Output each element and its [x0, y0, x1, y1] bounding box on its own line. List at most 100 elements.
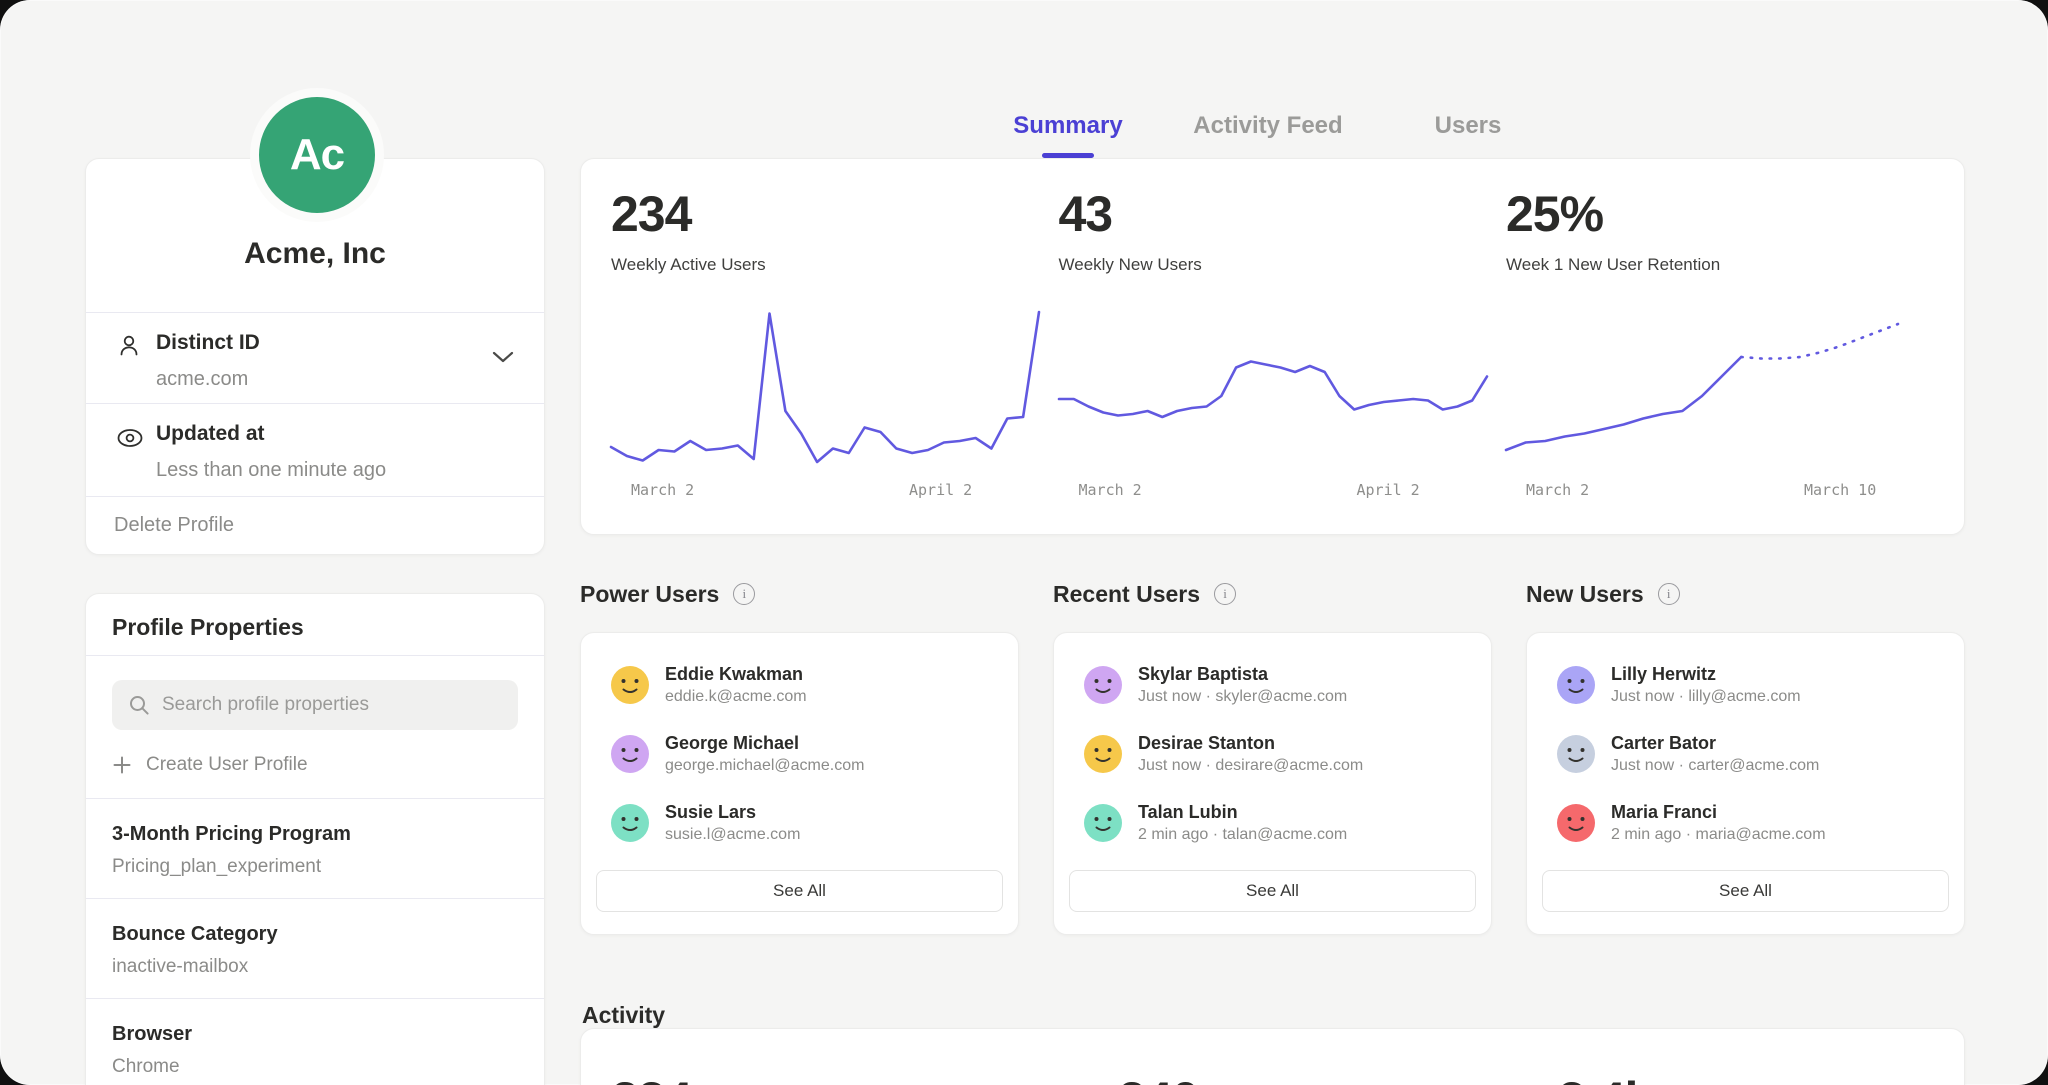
chart-x-axis: March 2 March 10	[1506, 481, 1934, 501]
info-icon[interactable]: i	[1214, 583, 1236, 605]
user-meta: Just now · carter@acme.com	[1611, 756, 1819, 775]
property-value: Chrome	[112, 1056, 518, 1078]
user-list-item[interactable]: Eddie Kwakman eddie.k@acme.com	[611, 663, 988, 706]
user-meta: Just now · skyler@acme.com	[1138, 687, 1347, 706]
user-section-title: Recent Users	[1053, 581, 1200, 608]
chevron-down-icon[interactable]	[492, 351, 514, 363]
user-meta: 2 min ago · maria@acme.com	[1611, 825, 1826, 844]
activity-section-title: Activity	[582, 1002, 665, 1029]
info-icon[interactable]: i	[1658, 583, 1680, 605]
stat-value: 234	[611, 189, 1039, 239]
see-all-button[interactable]: See All	[1069, 870, 1476, 912]
property-value: inactive-mailbox	[112, 956, 518, 978]
stat-label: Week 1 New User Retention	[1506, 255, 1934, 275]
user-list-item[interactable]: Desirae Stanton Just now · desirare@acme…	[1084, 732, 1461, 775]
user-section-header: Power Users i	[580, 578, 1019, 610]
user-name: Skylar Baptista	[1138, 663, 1347, 685]
user-list-item[interactable]: Susie Lars susie.l@acme.com	[611, 801, 988, 844]
summary-card: 234 Weekly Active Users March 2 April 2 …	[580, 158, 1965, 535]
tabs: Summary Activity Feed Users	[968, 112, 1578, 158]
app-window: Ac Acme, Inc Distinct ID acme.com	[0, 0, 2048, 1085]
user-meta: Just now · lilly@acme.com	[1611, 687, 1801, 706]
user-avatar	[611, 666, 649, 704]
create-user-profile-button[interactable]: Create User Profile	[112, 754, 518, 776]
search-icon	[128, 694, 150, 716]
chart-x-axis: March 2 April 2	[611, 481, 1039, 501]
tab[interactable]: Activity Feed	[1168, 112, 1368, 158]
user-name: Desirae Stanton	[1138, 732, 1363, 754]
sparkline-chart	[1059, 299, 1487, 469]
property-name: Bounce Category	[112, 923, 518, 946]
property-value: Pricing_plan_experiment	[112, 856, 518, 878]
property-name: 3-Month Pricing Program	[112, 823, 518, 846]
user-list: Lilly Herwitz Just now · lilly@acme.com …	[1557, 663, 1934, 844]
axis-label-end: April 2	[909, 481, 972, 499]
axis-label-end: March 10	[1804, 481, 1876, 499]
user-meta: Just now · desirare@acme.com	[1138, 756, 1363, 775]
user-avatar	[611, 804, 649, 842]
distinct-id-value: acme.com	[156, 368, 516, 391]
user-list: Skylar Baptista Just now · skyler@acme.c…	[1084, 663, 1461, 844]
user-section-header: New Users i	[1526, 578, 1965, 610]
info-icon[interactable]: i	[733, 583, 755, 605]
activity-card: 2342403.4k	[580, 1028, 1965, 1085]
eye-icon	[116, 428, 144, 448]
profile-property-row[interactable]: Browser Chrome	[86, 998, 544, 1085]
user-list-item[interactable]: Skylar Baptista Just now · skyler@acme.c…	[1084, 663, 1461, 706]
user-list-item[interactable]: Carter Bator Just now · carter@acme.com	[1557, 732, 1934, 775]
profile-property-row[interactable]: 3-Month Pricing Program Pricing_plan_exp…	[86, 798, 544, 898]
user-avatar	[1084, 666, 1122, 704]
user-section-title: Power Users	[580, 581, 719, 608]
user-meta: eddie.k@acme.com	[665, 687, 807, 706]
activity-stat-value: 3.4k	[1558, 1071, 1651, 1085]
distinct-id-label: Distinct ID	[156, 331, 516, 355]
see-all-button[interactable]: See All	[1542, 870, 1949, 912]
company-avatar-initials: Ac	[290, 130, 344, 180]
user-meta: george.michael@acme.com	[665, 756, 864, 775]
user-section-header: Recent Users i	[1053, 578, 1492, 610]
search-input[interactable]	[160, 693, 502, 717]
delete-profile-button[interactable]: Delete Profile	[114, 514, 234, 537]
user-list-card: Eddie Kwakman eddie.k@acme.com George Mi…	[580, 632, 1019, 935]
tab-label: Activity Feed	[1193, 112, 1342, 139]
user-name: Talan Lubin	[1138, 801, 1347, 823]
user-sections: Power Users i Eddie Kwakman eddie.k@acme…	[580, 578, 1965, 935]
user-list-card: Skylar Baptista Just now · skyler@acme.c…	[1053, 632, 1492, 935]
user-section: Power Users i Eddie Kwakman eddie.k@acme…	[580, 578, 1019, 935]
user-list-card: Lilly Herwitz Just now · lilly@acme.com …	[1526, 632, 1965, 935]
stat-label: Weekly New Users	[1059, 255, 1487, 275]
property-name: Browser	[112, 1023, 518, 1046]
user-avatar	[1557, 804, 1595, 842]
user-meta: susie.l@acme.com	[665, 825, 800, 844]
profile-properties-search	[112, 680, 518, 730]
summary-stat-column: 234 Weekly Active Users March 2 April 2	[611, 159, 1039, 534]
user-section-title: New Users	[1526, 581, 1644, 608]
sparkline-chart	[1506, 299, 1934, 469]
user-list-item[interactable]: Maria Franci 2 min ago · maria@acme.com	[1557, 801, 1934, 844]
user-name: Maria Franci	[1611, 801, 1826, 823]
chart-x-axis: March 2 April 2	[1059, 481, 1487, 501]
stat-value: 25%	[1506, 189, 1934, 239]
distinct-id-row: Distinct ID acme.com	[86, 313, 544, 404]
tab[interactable]: Users	[1368, 112, 1568, 158]
summary-stat-column: 25% Week 1 New User Retention March 2 Ma…	[1506, 159, 1934, 534]
create-user-profile-label: Create User Profile	[146, 754, 308, 776]
see-all-button[interactable]: See All	[596, 870, 1003, 912]
axis-label-start: March 2	[1079, 481, 1142, 499]
tab[interactable]: Summary	[968, 112, 1168, 158]
company-avatar: Ac	[250, 88, 384, 222]
activity-stat-value: 240	[1118, 1071, 1198, 1085]
profile-property-row[interactable]: Bounce Category inactive-mailbox	[86, 898, 544, 998]
user-list-item[interactable]: Lilly Herwitz Just now · lilly@acme.com	[1557, 663, 1934, 706]
axis-label-start: March 2	[1526, 481, 1589, 499]
stat-value: 43	[1059, 189, 1487, 239]
user-list-item[interactable]: George Michael george.michael@acme.com	[611, 732, 988, 775]
sparkline-chart	[611, 299, 1039, 469]
person-icon	[116, 333, 142, 359]
user-list-item[interactable]: Talan Lubin 2 min ago · talan@acme.com	[1084, 801, 1461, 844]
user-avatar	[611, 735, 649, 773]
user-name: Susie Lars	[665, 801, 800, 823]
user-name: George Michael	[665, 732, 864, 754]
user-avatar	[1084, 804, 1122, 842]
profile-properties-list: 3-Month Pricing Program Pricing_plan_exp…	[86, 798, 544, 1085]
